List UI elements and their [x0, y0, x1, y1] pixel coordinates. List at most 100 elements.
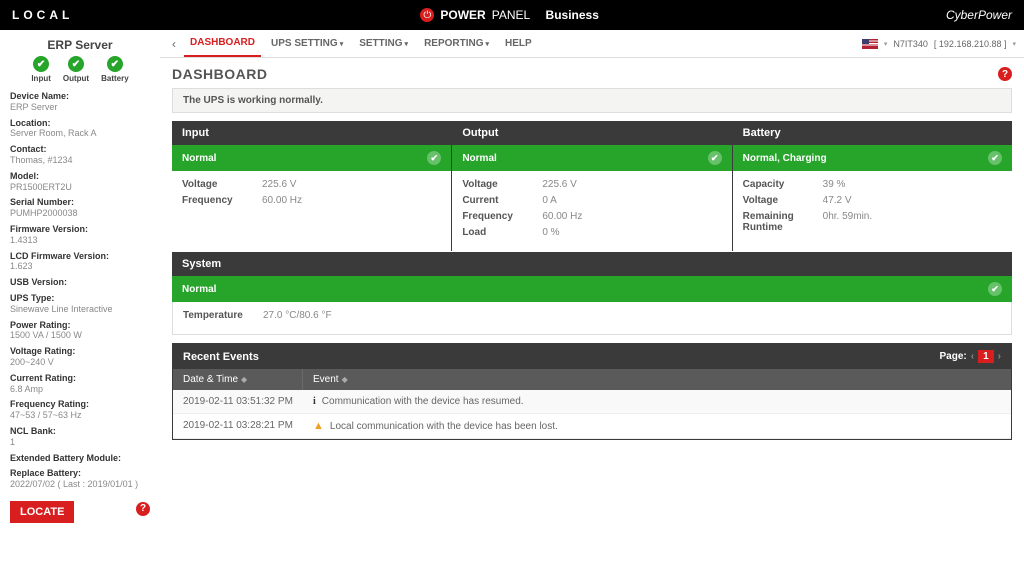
col-datetime[interactable]: Date & Time◆ [173, 369, 303, 390]
page-title: DASHBOARD [172, 66, 268, 82]
status-output: ✔ Output [63, 56, 89, 83]
page-prev-icon[interactable]: ‹ [971, 351, 974, 362]
locate-button[interactable]: LOCATE [10, 501, 74, 523]
kv-value: 225.6 V [262, 179, 296, 190]
nav-reporting[interactable]: REPORTING▾ [418, 31, 495, 56]
kv-row: Voltage47.2 V [743, 195, 1002, 206]
help-icon[interactable]: ? [136, 502, 150, 516]
sidebar-item: UPS Type:Sinewave Line Interactive [10, 293, 150, 315]
kv-key: Remaining Runtime [743, 211, 823, 233]
event-row: 2019-02-11 03:28:21 PM▲Local communicati… [173, 414, 1011, 439]
sidebar-item-label: Serial Number: [10, 197, 150, 208]
sidebar-item-label: LCD Firmware Version: [10, 251, 150, 262]
help-icon[interactable]: ? [998, 67, 1012, 81]
check-icon: ✔ [33, 56, 49, 72]
sidebar-item: Location:Server Room, Rack A [10, 118, 150, 140]
nav-host[interactable]: ▾ N7IT340 [ 192.168.210.88 ] ▾ [862, 39, 1016, 49]
kv-value: 39 % [823, 179, 846, 190]
panel-input-status: Normal✔ [172, 145, 451, 171]
check-icon: ✔ [988, 282, 1002, 296]
sidebar-item-value: 1.4313 [10, 235, 150, 246]
sidebar-item-label: Extended Battery Module: [10, 453, 150, 464]
sidebar-item-value: ERP Server [10, 102, 150, 113]
sidebar-item-label: Frequency Rating: [10, 399, 150, 410]
panel-output: Output Normal✔ Voltage225.6 V Current0 A F… [452, 121, 731, 251]
nav-dashboard[interactable]: DASHBOARD [184, 30, 261, 57]
sidebar-item-label: Power Rating: [10, 320, 150, 331]
sidebar-item: Frequency Rating:47~53 / 57~63 Hz [10, 399, 150, 421]
kv-key: Frequency [182, 195, 262, 206]
events-columns: Date & Time◆ Event◆ [173, 369, 1011, 390]
kv-row: Current0 A [462, 195, 721, 206]
kv-value: 0 A [542, 195, 556, 206]
sidebar-item-value: 6.8 Amp [10, 384, 150, 395]
events-title: Recent Events [183, 351, 259, 363]
page-number[interactable]: 1 [978, 350, 994, 363]
caret-icon: ▾ [405, 41, 409, 48]
panel-output-head: Output [452, 121, 731, 145]
kv-row: Temperature27.0 °C/80.6 °F [183, 310, 1001, 321]
caret-icon: ▾ [340, 41, 344, 48]
panel-battery: Battery Normal, Charging✔ Capacity39 %Vo… [733, 121, 1012, 251]
sort-icon: ◆ [241, 375, 247, 384]
event-message: ▲Local communication with the device has… [303, 414, 1011, 438]
nav-back-icon[interactable]: ‹ [168, 37, 180, 51]
panel-system: System Normal✔ Temperature27.0 °C/80.6 °… [172, 252, 1012, 335]
topbar-local: LOCAL [12, 8, 73, 22]
check-icon: ✔ [68, 56, 84, 72]
status-battery-label: Battery [101, 74, 129, 83]
page-next-icon[interactable]: › [998, 351, 1001, 362]
info-icon: i [313, 396, 316, 407]
status-input: ✔ Input [31, 56, 51, 83]
sidebar-item: Extended Battery Module: [10, 453, 150, 464]
kv-key: Load [462, 227, 542, 238]
nav-help[interactable]: HELP [499, 31, 538, 56]
sidebar-item-value: Server Room, Rack A [10, 128, 150, 139]
sidebar-item-label: Replace Battery: [10, 468, 150, 479]
sort-icon: ◆ [342, 375, 348, 384]
sidebar-item-label: Firmware Version: [10, 224, 150, 235]
sidebar: ERP Server ✔Input ✔Output ✔Battery Devic… [0, 30, 160, 576]
status-alert: The UPS is working normally. [172, 88, 1012, 113]
nav-ups-setting[interactable]: UPS SETTING▾ [265, 31, 349, 56]
check-icon: ✔ [107, 56, 123, 72]
status-input-label: Input [31, 74, 51, 83]
sidebar-item-value: Thomas, #1234 [10, 155, 150, 166]
caret-icon: ▾ [486, 41, 490, 48]
panel-output-status: Normal✔ [452, 145, 731, 171]
kv-row: Frequency60.00 Hz [462, 211, 721, 222]
sidebar-item: Replace Battery:2022/07/02 ( Last : 2019… [10, 468, 150, 490]
sidebar-item-value: 1 [10, 437, 150, 448]
page-label: Page: [940, 351, 967, 362]
sidebar-item-value: 200~240 V [10, 357, 150, 368]
sidebar-item: Power Rating:1500 VA / 1500 W [10, 320, 150, 342]
sidebar-item-label: USB Version: [10, 277, 150, 288]
warning-icon: ▲ [313, 420, 324, 432]
col-event[interactable]: Event◆ [303, 369, 1011, 390]
sidebar-item-value: 47~53 / 57~63 Hz [10, 410, 150, 421]
sidebar-item-value: PR1500ERT2U [10, 182, 150, 193]
kv-value: 27.0 °C/80.6 °F [263, 310, 332, 321]
event-datetime: 2019-02-11 03:51:32 PM [173, 390, 303, 413]
check-icon: ✔ [988, 151, 1002, 165]
kv-key: Frequency [462, 211, 542, 222]
event-row: 2019-02-11 03:51:32 PMiCommunication wit… [173, 390, 1011, 414]
caret-icon: ▾ [1012, 40, 1016, 48]
status-output-label: Output [63, 74, 89, 83]
recent-events: Recent Events Page: ‹ 1 › Date & Time◆ E… [172, 343, 1012, 440]
kv-row: Voltage225.6 V [462, 179, 721, 190]
kv-key: Voltage [743, 195, 823, 206]
kv-key: Voltage [182, 179, 262, 190]
check-icon: ✔ [427, 151, 441, 165]
host-name: N7IT340 [893, 39, 928, 49]
sidebar-item-value: PUMHP2000038 [10, 208, 150, 219]
nav-setting[interactable]: SETTING▾ [353, 31, 414, 56]
sidebar-item-value: Sinewave Line Interactive [10, 304, 150, 315]
kv-row: Voltage225.6 V [182, 179, 441, 190]
sidebar-item: LCD Firmware Version:1.623 [10, 251, 150, 273]
brand-part3: Business [546, 8, 599, 22]
sidebar-item: Serial Number:PUMHP2000038 [10, 197, 150, 219]
brand-part1: POWER [440, 8, 485, 22]
brand-part2: PANEL [492, 8, 530, 22]
sidebar-item-label: Model: [10, 171, 150, 182]
